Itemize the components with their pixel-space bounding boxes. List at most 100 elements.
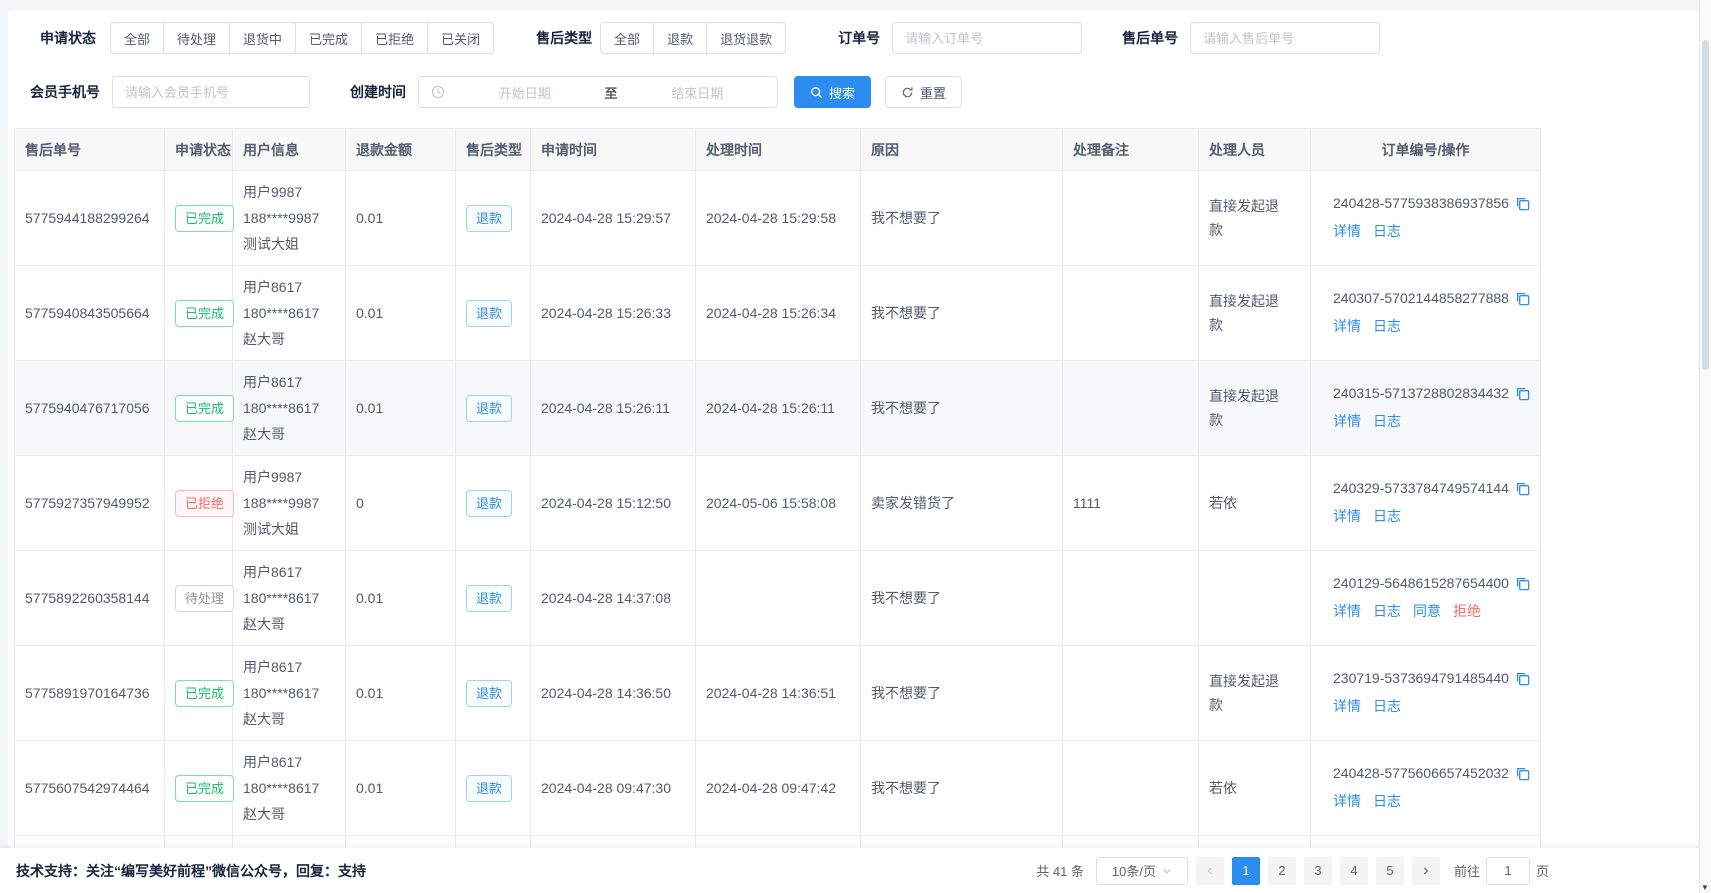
start-date-placeholder[interactable]: 开始日期 (445, 83, 605, 102)
order-no: 240129-5648615287654400 (1333, 575, 1509, 591)
scroll-down-arrow-icon[interactable]: ▼ (1701, 883, 1709, 892)
page-button[interactable]: 4 (1340, 857, 1368, 885)
table-row: 5775944188299264已完成用户9987188****9987测试大姐… (15, 171, 1541, 266)
user-info-line: 用户8617 (243, 749, 335, 775)
action-link[interactable]: 详情 (1333, 698, 1361, 714)
vertical-scrollbar[interactable]: ▼ (1699, 0, 1711, 893)
user-info-line: 188****9987 (243, 490, 335, 516)
action-link[interactable]: 日志 (1373, 508, 1401, 524)
user-info-line: 赵大哥 (243, 421, 335, 447)
handler: 若依 (1209, 776, 1289, 800)
page-button[interactable]: 5 (1376, 857, 1404, 885)
cell-after-sale-no: 5775927357949952 (15, 456, 165, 551)
copy-icon[interactable] (1515, 196, 1530, 211)
type-filter-option[interactable]: 退货退款 (706, 22, 786, 54)
copy-icon[interactable] (1515, 386, 1530, 401)
process-time: 2024-04-28 15:26:11 (706, 400, 850, 416)
page-button[interactable]: 3 (1304, 857, 1332, 885)
status-filter-option[interactable]: 已完成 (295, 22, 362, 54)
action-link[interactable]: 详情 (1333, 793, 1361, 809)
action-link[interactable]: 详情 (1333, 223, 1361, 239)
scrollbar-thumb[interactable] (1702, 40, 1709, 370)
order-line: 240307-5702144858277888 (1333, 290, 1530, 306)
copy-icon[interactable] (1515, 671, 1530, 686)
action-link[interactable]: 拒绝 (1453, 603, 1481, 619)
action-link[interactable]: 详情 (1333, 413, 1361, 429)
cell-reason: 我不想要了 (861, 741, 1063, 836)
type-filter-label: 售后类型 (536, 28, 592, 48)
column-header: 处理人员 (1199, 129, 1311, 171)
table-row: 已完成用户8617退款直接发起退款240428-5775604032292864 (15, 836, 1541, 849)
action-link[interactable]: 日志 (1373, 603, 1401, 619)
row-actions: 详情日志 (1333, 506, 1530, 526)
status-filter-option[interactable]: 待处理 (163, 22, 230, 54)
type-filter-option[interactable]: 全部 (600, 22, 654, 54)
column-header: 售后单号 (15, 129, 165, 171)
cell-after-sale-no: 5775940843505664 (15, 266, 165, 361)
reason: 我不想要了 (871, 778, 1052, 798)
action-link[interactable]: 同意 (1413, 603, 1441, 619)
copy-icon[interactable] (1515, 576, 1530, 591)
action-link[interactable]: 日志 (1373, 793, 1401, 809)
action-link[interactable]: 详情 (1333, 318, 1361, 334)
date-range-picker[interactable]: 开始日期 至 结束日期 (418, 76, 778, 108)
page-size-value: 10条/页 (1112, 861, 1156, 880)
cell-after-sale-no: 5775940476717056 (15, 361, 165, 456)
copy-icon[interactable] (1515, 291, 1530, 306)
action-link[interactable]: 日志 (1373, 698, 1401, 714)
pagination: 共 41 条 10条/页 ‹ 12345 › 前往 页 (1036, 857, 1549, 885)
status-filter-option[interactable]: 已关闭 (427, 22, 494, 54)
type-filter-group: 全部退款退货退款 (600, 22, 786, 54)
reset-button[interactable]: 重置 (885, 76, 962, 108)
cell-refund-amount: 0.01 (346, 361, 456, 456)
action-link[interactable]: 详情 (1333, 508, 1361, 524)
cell-reason: 我不想要了 (861, 551, 1063, 646)
column-header: 原因 (861, 129, 1063, 171)
cell-handler: 直接发起退款 (1199, 361, 1311, 456)
jump-label: 前往 (1454, 861, 1480, 880)
cell-reason: 卖家发错货了 (861, 456, 1063, 551)
cell-process-time (696, 836, 861, 849)
user-info-line: 测试大姐 (243, 516, 335, 542)
status-filter-option[interactable]: 已拒绝 (361, 22, 428, 54)
next-page-button[interactable]: › (1412, 857, 1440, 885)
action-link[interactable]: 日志 (1373, 318, 1401, 334)
type-filter-option[interactable]: 退款 (653, 22, 707, 54)
copy-icon[interactable] (1515, 481, 1530, 496)
action-link[interactable]: 详情 (1333, 603, 1361, 619)
reason: 我不想要了 (871, 683, 1052, 703)
total-count: 共 41 条 (1036, 861, 1084, 880)
process-time: 2024-04-28 14:36:51 (706, 685, 850, 701)
column-header: 退款金额 (346, 129, 456, 171)
user-info-line: 测试大姐 (243, 231, 335, 257)
aftersale-no-input[interactable] (1190, 22, 1380, 54)
order-line: 240428-5775938386937856 (1333, 195, 1530, 211)
page-button[interactable]: 2 (1268, 857, 1296, 885)
page-size-select[interactable]: 10条/页 (1096, 857, 1188, 885)
order-no-input[interactable] (892, 22, 1082, 54)
clock-icon (431, 85, 445, 99)
prev-page-button[interactable]: ‹ (1196, 857, 1224, 885)
process-time: 2024-04-28 15:26:34 (706, 305, 850, 321)
cell-type: 退款 (456, 171, 531, 266)
copy-icon[interactable] (1515, 766, 1530, 781)
status-badge: 已完成 (175, 395, 234, 422)
cell-handler (1199, 551, 1311, 646)
search-button-label: 搜索 (829, 83, 855, 102)
action-link[interactable]: 日志 (1373, 413, 1401, 429)
status-filter-option[interactable]: 退货中 (229, 22, 296, 54)
row-actions: 详情日志 (1333, 316, 1530, 336)
apply-time: 2024-04-28 14:37:08 (541, 590, 685, 606)
page-button[interactable]: 1 (1232, 857, 1260, 885)
status-filter-option[interactable]: 全部 (110, 22, 164, 54)
order-line: 240428-5775606657452032 (1333, 765, 1530, 781)
status-badge: 已完成 (175, 680, 234, 707)
cell-handler: 直接发起退款 (1199, 171, 1311, 266)
end-date-placeholder[interactable]: 结束日期 (618, 83, 778, 102)
cell-type: 退款 (456, 361, 531, 456)
action-link[interactable]: 日志 (1373, 223, 1401, 239)
column-header: 申请时间 (531, 129, 696, 171)
jump-page-input[interactable] (1486, 857, 1530, 885)
phone-input[interactable] (112, 76, 310, 108)
search-button[interactable]: 搜索 (794, 76, 871, 108)
